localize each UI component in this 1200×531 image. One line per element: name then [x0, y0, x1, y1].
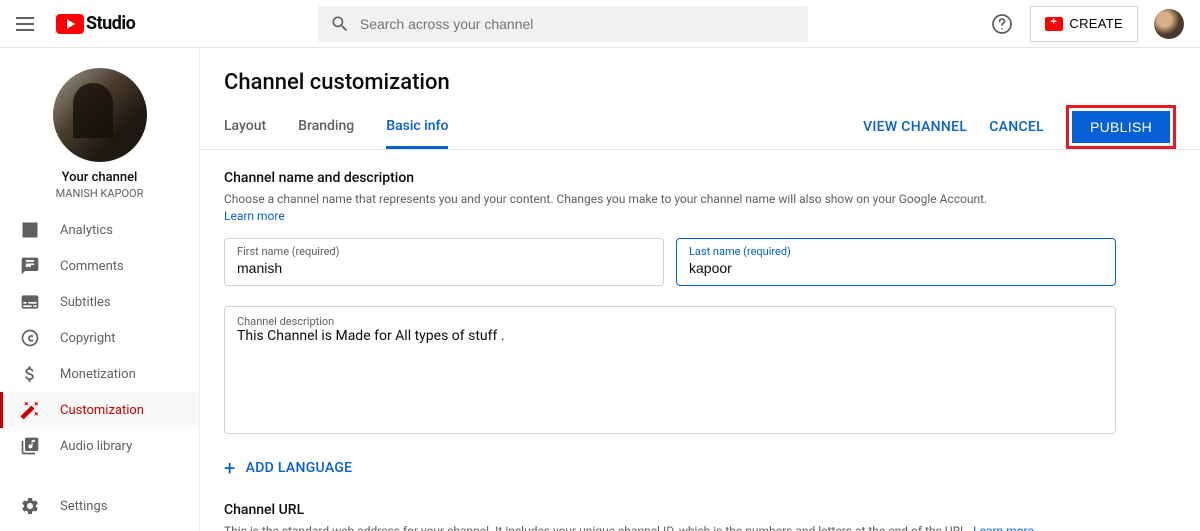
your-channel-label: Your channel — [0, 170, 199, 185]
name-fields-row: First name (required) Last name (require… — [224, 238, 1116, 286]
first-name-label: First name (required) — [237, 245, 651, 258]
main-layout: Your channel MANISH KAPOOR Analytics Com… — [0, 48, 1200, 531]
customization-icon — [20, 400, 40, 420]
sidebar-item-label: Monetization — [60, 367, 136, 382]
user-avatar[interactable] — [1154, 9, 1184, 39]
first-name-input[interactable] — [237, 260, 651, 276]
section-title: Channel name and description — [224, 170, 1116, 186]
sidebar-item-subtitles[interactable]: Subtitles — [0, 284, 199, 320]
section-description: This is the standard web address for you… — [224, 524, 970, 531]
settings-icon — [20, 496, 40, 516]
add-language-label: ADD LANGUAGE — [246, 460, 353, 476]
sidebar-item-copyright[interactable]: Copyright — [0, 320, 199, 356]
youtube-play-icon — [56, 14, 84, 34]
studio-logo[interactable]: Studio — [56, 13, 135, 34]
tabs: Layout Branding Basic info — [224, 106, 863, 149]
tab-branding[interactable]: Branding — [298, 106, 354, 149]
last-name-input[interactable] — [689, 260, 1103, 276]
monetization-icon — [20, 364, 40, 384]
create-button[interactable]: CREATE — [1030, 6, 1138, 42]
channel-description-input[interactable] — [237, 328, 1103, 418]
publish-button[interactable]: PUBLISH — [1072, 111, 1170, 143]
sidebar-item-analytics[interactable]: Analytics — [0, 212, 199, 248]
learn-more-link[interactable]: Learn more — [224, 209, 285, 223]
sidebar-item-label: Subtitles — [60, 295, 111, 310]
sidebar-item-label: Analytics — [60, 223, 113, 238]
sidebar-item-label: Customization — [60, 403, 144, 418]
section-title: Channel URL — [224, 502, 1116, 518]
sidebar-item-label: Copyright — [60, 331, 116, 346]
channel-description-field[interactable]: Channel description — [224, 306, 1116, 434]
sidebar-item-customization[interactable]: Customization — [0, 392, 199, 428]
header-actions: CREATE — [990, 6, 1184, 42]
sidebar-item-monetization[interactable]: Monetization — [0, 356, 199, 392]
sidebar-nav: Analytics Comments Subtitles Copyright M… — [0, 212, 199, 531]
channel-url-section: Channel URL This is the standard web add… — [200, 480, 1140, 531]
logo-text: Studio — [86, 13, 135, 34]
search-icon — [330, 14, 350, 34]
sidebar-item-label: Comments — [60, 259, 124, 274]
tab-basic-info[interactable]: Basic info — [386, 106, 448, 149]
add-language-button[interactable]: + ADD LANGUAGE — [224, 456, 1116, 480]
description-label: Channel description — [237, 315, 1103, 328]
last-name-field[interactable]: Last name (required) — [676, 238, 1116, 286]
channel-name: MANISH KAPOOR — [0, 187, 199, 200]
copyright-icon — [20, 328, 40, 348]
tabs-row: Layout Branding Basic info VIEW CHANNEL … — [200, 105, 1200, 150]
sidebar-item-label: Settings — [60, 499, 107, 514]
page-actions: VIEW CHANNEL CANCEL PUBLISH — [863, 105, 1176, 149]
audio-library-icon — [20, 436, 40, 456]
tab-layout[interactable]: Layout — [224, 106, 266, 149]
name-description-section: Channel name and description Choose a ch… — [200, 150, 1140, 480]
sidebar: Your channel MANISH KAPOOR Analytics Com… — [0, 48, 200, 531]
last-name-label: Last name (required) — [689, 245, 1103, 258]
analytics-icon — [20, 220, 40, 240]
record-icon — [1045, 17, 1063, 31]
first-name-field[interactable]: First name (required) — [224, 238, 664, 286]
subtitles-icon — [20, 292, 40, 312]
cancel-button[interactable]: CANCEL — [989, 119, 1044, 135]
search-container — [135, 6, 990, 42]
help-icon[interactable] — [990, 12, 1014, 36]
section-description: Choose a channel name that represents yo… — [224, 192, 987, 206]
publish-highlight: PUBLISH — [1066, 105, 1176, 149]
sidebar-item-comments[interactable]: Comments — [0, 248, 199, 284]
sidebar-item-audio-library[interactable]: Audio library — [0, 428, 199, 464]
hamburger-menu-icon[interactable] — [16, 12, 40, 36]
plus-icon: + — [224, 456, 236, 480]
sidebar-item-label: Audio library — [60, 439, 132, 454]
create-label: CREATE — [1069, 16, 1123, 31]
main-content: Channel customization Layout Branding Ba… — [200, 48, 1200, 531]
channel-profile[interactable]: Your channel MANISH KAPOOR — [0, 48, 199, 212]
view-channel-link[interactable]: VIEW CHANNEL — [863, 119, 967, 135]
learn-more-link[interactable]: Learn more — [973, 524, 1034, 531]
search-box[interactable] — [318, 6, 808, 42]
app-header: Studio CREATE — [0, 0, 1200, 48]
search-input[interactable] — [360, 16, 796, 32]
comments-icon — [20, 256, 40, 276]
sidebar-item-settings[interactable]: Settings — [0, 488, 199, 524]
page-title: Channel customization — [200, 48, 1200, 105]
channel-avatar — [53, 68, 147, 162]
